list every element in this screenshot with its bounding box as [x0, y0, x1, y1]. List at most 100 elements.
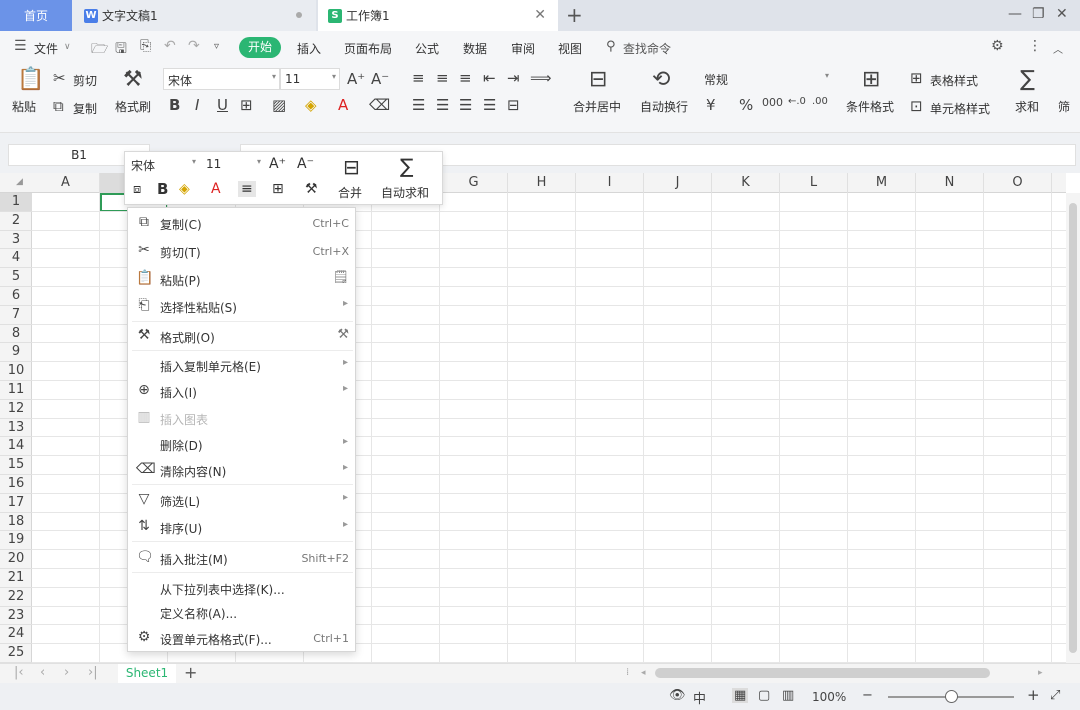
align-center-icon[interactable]: ☰ — [436, 96, 449, 114]
menu-item-pick-from-list[interactable]: 从下拉列表中选择(K)... — [128, 576, 357, 600]
row-header-19[interactable]: 19 — [0, 531, 32, 551]
tab-document[interactable]: W 文字文稿1 — [72, 0, 316, 31]
table-style-icon[interactable]: ⊞ — [910, 69, 923, 87]
align-top-icon[interactable]: ≡ — [412, 69, 425, 87]
menu-item-format-painter[interactable]: ⚒ 格式刷(O) ⚒ — [128, 324, 357, 348]
align-left-icon[interactable]: ☰ — [412, 96, 425, 114]
scroll-right-icon[interactable]: ▸ — [1038, 668, 1043, 678]
row-header-14[interactable]: 14 — [0, 437, 32, 457]
column-header-i[interactable]: I — [576, 173, 644, 193]
column-header-n[interactable]: N — [916, 173, 984, 193]
zoom-out-icon[interactable]: − — [862, 688, 873, 703]
column-header-a[interactable]: A — [32, 173, 100, 193]
row-header-13[interactable]: 13 — [0, 419, 32, 438]
sheet-tab-sheet1[interactable]: Sheet1 — [118, 664, 176, 683]
row-header-8[interactable]: 8 — [0, 325, 32, 344]
chevron-down-icon[interactable]: ∨ — [64, 42, 71, 52]
row-header-10[interactable]: 10 — [0, 362, 32, 381]
align-bottom-icon[interactable]: ≡ — [459, 69, 472, 87]
copy-icon[interactable]: ⧉ — [53, 97, 64, 115]
menu-item-insert[interactable]: ⊕ 插入(I) ▸ — [128, 379, 357, 403]
vertical-scroll-thumb[interactable] — [1069, 203, 1077, 653]
row-header-24[interactable]: 24 — [0, 625, 32, 645]
row-header-1[interactable]: 1 — [0, 193, 32, 212]
mini-font-select[interactable]: 宋体 ▾ — [127, 154, 199, 176]
sum-icon[interactable]: ∑ — [400, 154, 413, 178]
format-painter-button[interactable]: 格式刷 — [115, 98, 151, 115]
merge-center-button[interactable]: 合并居中 — [573, 98, 621, 115]
menu-item-cut[interactable]: ✂ 剪切(T) Ctrl+X — [128, 239, 357, 263]
currency-icon[interactable]: ¥ — [706, 96, 716, 114]
minimize-icon[interactable]: — — [1008, 6, 1022, 22]
format-painter-icon[interactable]: ⚒ — [305, 181, 318, 197]
sum-button[interactable]: 求和 — [1015, 98, 1039, 115]
menu-item-paste[interactable]: 📋 粘贴(P) 🗒 — [128, 267, 357, 291]
close-tab-icon[interactable]: ✕ — [534, 7, 546, 23]
row-header-2[interactable]: 2 — [0, 212, 32, 231]
menu-data[interactable]: 数据 — [463, 40, 487, 57]
eraser-icon[interactable]: ⌫ — [369, 96, 390, 114]
border-icon[interactable]: ⊞ — [240, 96, 253, 114]
fullscreen-icon[interactable]: ⤢ — [1050, 688, 1060, 703]
page-layout-view-icon[interactable]: ▢ — [758, 688, 770, 703]
new-tab-icon[interactable]: + — [566, 3, 583, 27]
decrease-font-icon[interactable]: A⁻ — [297, 156, 314, 172]
menu-item-insert-copied-cells[interactable]: 插入复制单元格(E) ▸ — [128, 353, 357, 377]
menu-item-format-cells[interactable]: ⚙ 设置单元格格式(F)... Ctrl+1 — [128, 626, 357, 650]
collapse-ribbon-icon[interactable]: ︿ — [1053, 41, 1063, 56]
underline-icon[interactable]: U — [217, 96, 228, 114]
row-header-16[interactable]: 16 — [0, 475, 32, 494]
indent-icon[interactable]: ⇥ — [507, 69, 520, 87]
thousands-separator-icon[interactable]: 000 — [762, 96, 783, 109]
menu-item-paste-special[interactable]: ⎗ 选择性粘贴(S) ▸ — [128, 294, 357, 318]
menu-item-copy[interactable]: ⧉ 复制(C) Ctrl+C — [128, 211, 357, 235]
align-middle-icon[interactable]: ≡ — [436, 69, 449, 87]
zoom-level[interactable]: 100% — [812, 690, 846, 704]
row-header-25[interactable]: 25 — [0, 644, 32, 663]
column-header-g[interactable]: G — [440, 173, 508, 193]
menu-item-clear[interactable]: ⌫ 清除内容(N) ▸ — [128, 458, 357, 482]
mini-autosum-button[interactable]: 自动求和 — [381, 184, 429, 201]
decrease-font-icon[interactable]: A⁻ — [371, 70, 389, 88]
add-sheet-icon[interactable]: + — [184, 663, 197, 682]
column-header-j[interactable]: J — [644, 173, 712, 193]
paste-button[interactable]: 粘贴 — [12, 98, 36, 115]
row-header-6[interactable]: 6 — [0, 287, 32, 306]
zoom-slider-knob[interactable] — [945, 690, 958, 703]
row-header-9[interactable]: 9 — [0, 343, 32, 363]
format-painter-icon[interactable]: ⚒ — [123, 67, 143, 92]
scroll-left-icon[interactable]: ◂ — [641, 668, 646, 678]
undo-icon[interactable]: ↶ — [164, 38, 176, 54]
row-header-17[interactable]: 17 — [0, 494, 32, 513]
row-header-12[interactable]: 12 — [0, 400, 32, 419]
row-header-11[interactable]: 11 — [0, 381, 32, 400]
increase-font-icon[interactable]: A⁺ — [269, 156, 286, 172]
scissors-icon[interactable]: ✂ — [53, 69, 66, 87]
menu-item-define-name[interactable]: 定义名称(A)... — [128, 600, 357, 624]
wrap-text-icon[interactable]: ⟲ — [652, 67, 670, 92]
zoom-in-icon[interactable]: + — [1027, 686, 1040, 704]
row-header-4[interactable]: 4 — [0, 249, 32, 269]
menu-item-insert-comment[interactable]: 🗨 插入批注(M) Shift+F2 — [128, 546, 357, 570]
italic-icon[interactable]: I — [195, 96, 199, 114]
table-style-button[interactable]: 表格样式 — [930, 72, 978, 89]
paste-values-icon[interactable]: 🗒 — [332, 270, 349, 285]
cell-style-button[interactable]: 单元格样式 — [930, 100, 990, 117]
merge-cells-icon[interactable]: ⊟ — [589, 67, 607, 92]
row-header-21[interactable]: 21 — [0, 569, 32, 588]
row-header-22[interactable]: 22 — [0, 588, 32, 607]
row-header-3[interactable]: 3 — [0, 231, 32, 250]
align-right-icon[interactable]: ☰ — [459, 96, 472, 114]
conditional-format-icon[interactable]: ⊞ — [862, 67, 880, 92]
row-header-5[interactable]: 5 — [0, 268, 32, 287]
menu-review[interactable]: 审阅 — [511, 40, 535, 57]
strikethrough-icon[interactable]: ≡ — [238, 181, 256, 197]
decrease-decimal-icon[interactable]: .00 — [812, 96, 828, 107]
mini-merge-button[interactable]: 合并 — [338, 184, 362, 201]
prev-sheet-icon[interactable]: ‹ — [40, 665, 45, 680]
sum-icon[interactable]: ∑ — [1020, 67, 1035, 92]
eye-protection-icon[interactable]: 👁 — [669, 688, 686, 703]
tab-document-close-dot[interactable] — [296, 12, 302, 18]
tab-home[interactable]: 首页 — [0, 0, 72, 31]
cell-style-icon[interactable]: ⊡ — [910, 97, 923, 115]
